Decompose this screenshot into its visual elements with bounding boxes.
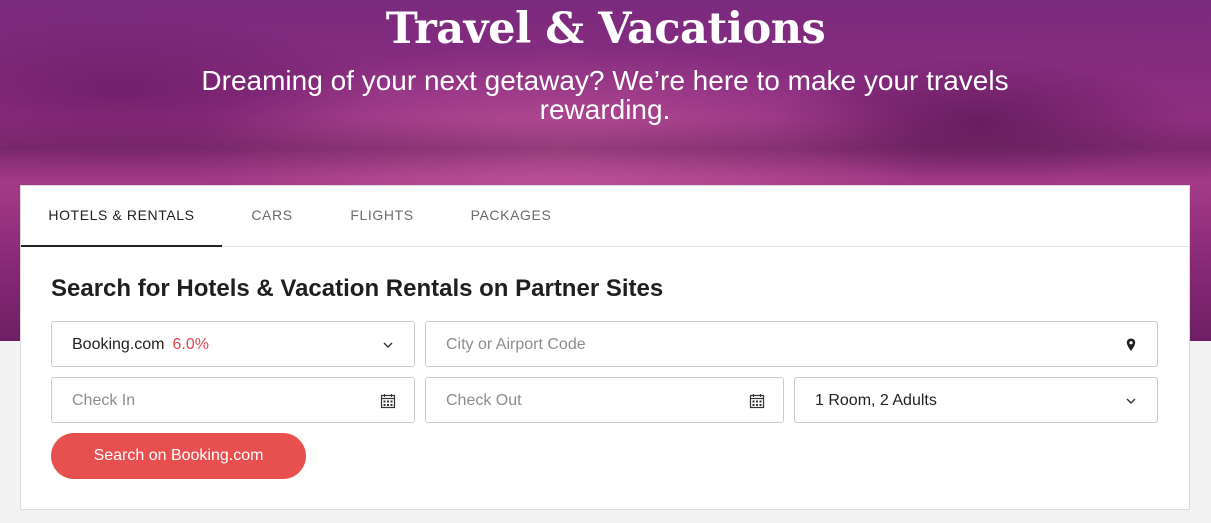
tab-flights[interactable]: FLIGHTS (337, 186, 427, 247)
page-title: Travel & Vacations (385, 4, 826, 54)
tab-packages[interactable]: PACKAGES (461, 186, 561, 247)
rooms-guests-value: 1 Room, 2 Adults (815, 392, 937, 409)
calendar-icon (380, 393, 396, 409)
tab-hotels-rentals[interactable]: HOTELS & RENTALS (21, 186, 222, 247)
travel-tabs: HOTELS & RENTALS CARS FLIGHTS PACKAGES (21, 186, 1189, 247)
partner-rate: 6.0% (172, 336, 209, 353)
destination-input[interactable]: City or Airport Code (425, 321, 1158, 367)
partner-select[interactable]: Booking.com 6.0% (51, 321, 415, 367)
map-pin-icon (1123, 337, 1139, 353)
chevron-down-icon (1123, 393, 1139, 409)
tab-cars[interactable]: CARS (232, 186, 312, 247)
check-out-placeholder: Check Out (446, 392, 522, 409)
check-out-input[interactable]: Check Out (425, 377, 784, 423)
destination-placeholder: City or Airport Code (446, 336, 586, 353)
check-in-input[interactable]: Check In (51, 377, 415, 423)
hero-background-image (0, 118, 1211, 178)
partner-name: Booking.com (72, 336, 165, 353)
page-subtitle: Dreaming of your next getaway? We’re her… (201, 65, 1009, 125)
partner-select-value: Booking.com 6.0% (72, 322, 209, 367)
rooms-guests-select[interactable]: 1 Room, 2 Adults (794, 377, 1158, 423)
calendar-icon (749, 393, 765, 409)
chevron-down-icon (380, 337, 396, 353)
travel-search-card: HOTELS & RENTALS CARS FLIGHTS PACKAGES S… (20, 185, 1190, 510)
search-button[interactable]: Search on Booking.com (51, 433, 306, 479)
check-in-placeholder: Check In (72, 392, 136, 409)
search-heading: Search for Hotels & Vacation Rentals on … (51, 275, 664, 302)
